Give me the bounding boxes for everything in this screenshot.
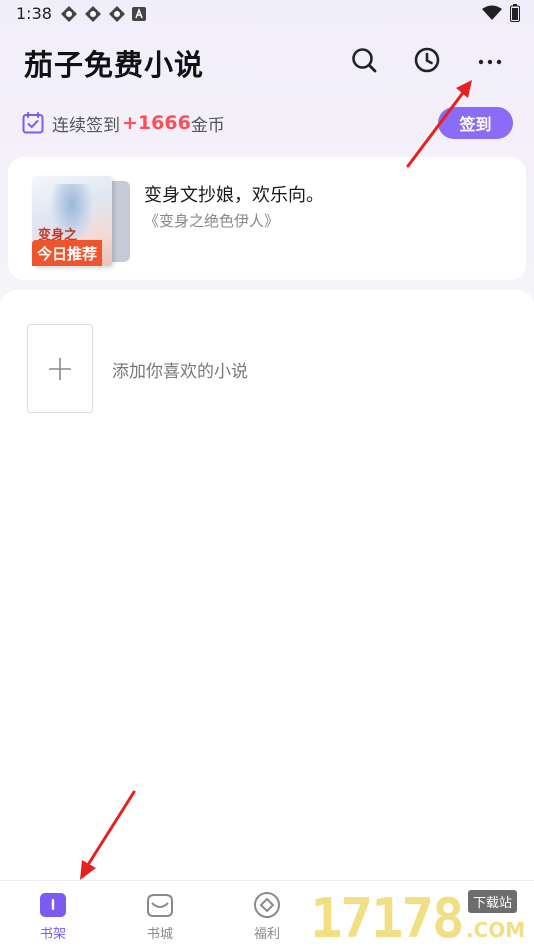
history-button[interactable] [411,44,443,76]
add-book-button[interactable] [27,324,93,413]
coin-unit: 金币 [190,115,225,136]
recommendation-text[interactable]: 变身文抄娘，欢乐向。 [144,181,324,207]
nav-bookshelf[interactable]: 书架 [13,891,93,947]
bookstore-icon [147,894,173,917]
signin-button[interactable]: 签到 [438,107,513,139]
add-book-label[interactable]: 添加你喜欢的小说 [112,357,248,382]
recommendation-card[interactable]: 变身之 今日推荐 变身文抄娘，欢乐向。 《变身之绝色伊人》 [8,157,526,280]
signin-prefix: 连续签到 [52,115,120,136]
bookshelf-icon [40,893,66,917]
notification-app-icon [61,6,77,22]
calendar-check-icon [22,112,44,134]
signin-streak: 连续签到 +1666 金币 [22,110,225,136]
clock-icon [414,47,440,73]
nav-welfare[interactable]: 福利 [227,891,307,947]
nav-welfare-label: 福利 [253,927,280,942]
coin-amount: +1666 [122,112,191,134]
site-watermark: 17178 下载站 .COM [310,886,534,950]
watermark-suffix: .COM [466,918,526,942]
nav-bookshelf-label: 书架 [39,927,66,942]
battery-icon [510,4,520,22]
nav-bookstore[interactable]: 书城 [120,891,200,947]
notification-app-icon [85,6,101,22]
system-status-icons [482,4,520,22]
recommendation-book-title[interactable]: 《变身之绝色伊人》 [144,210,279,231]
wifi-icon [482,5,502,20]
notification-app-icon [109,6,125,22]
nav-bookstore-label: 书城 [146,927,173,942]
notification-icons [60,5,146,23]
plus-icon [49,357,71,380]
welfare-icon [254,892,280,918]
app-title: 茄子免费小说 [24,48,205,82]
more-button[interactable] [474,44,506,76]
status-time: 1:38 [16,4,52,23]
font-a-icon [132,7,146,21]
search-button[interactable] [348,44,380,76]
more-icon [478,59,502,65]
search-icon [352,48,377,73]
watermark-number: 17178 [310,886,465,950]
watermark-tag: 下载站 [468,890,518,913]
status-bar: 1:38 [0,0,534,28]
today-recommend-badge: 今日推荐 [32,240,102,266]
bookshelf-panel: 添加你喜欢的小说 [0,290,534,880]
